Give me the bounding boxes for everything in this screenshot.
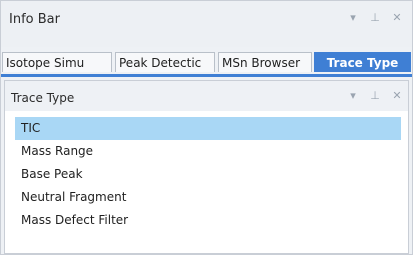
trace-type-header: Trace Type ▾ ⊥ ✕: [5, 81, 408, 111]
chevron-down-icon[interactable]: ▾: [346, 88, 360, 104]
tab-isotope-simulation[interactable]: Isotope Simu: [2, 52, 112, 72]
list-item-mass-defect-filter[interactable]: Mass Defect Filter: [15, 209, 401, 232]
close-icon[interactable]: ✕: [390, 10, 404, 26]
tab-strip: Isotope Simu Peak Detectic MSn Browser T…: [1, 52, 412, 74]
info-bar-window: Info Bar ▾ ⊥ ✕ Isotope Simu Peak Detecti…: [0, 0, 413, 255]
tab-msn-browser[interactable]: MSn Browser: [218, 52, 312, 72]
tab-trace-type[interactable]: Trace Type: [314, 52, 411, 72]
list-item-tic[interactable]: TIC: [15, 117, 401, 140]
trace-type-list: TIC Mass Range Base Peak Neutral Fragmen…: [15, 117, 401, 232]
tab-peak-detection[interactable]: Peak Detectic: [115, 52, 215, 72]
tab-underline: [1, 74, 412, 77]
close-icon[interactable]: ✕: [390, 88, 404, 104]
info-bar-title: Info Bar: [9, 12, 60, 27]
list-item-neutral-fragment[interactable]: Neutral Fragment: [15, 186, 401, 209]
chevron-down-icon[interactable]: ▾: [346, 10, 360, 26]
trace-type-title: Trace Type: [11, 91, 75, 105]
info-bar-titlebar: Info Bar ▾ ⊥ ✕: [1, 1, 412, 47]
pin-icon[interactable]: ⊥: [368, 10, 382, 26]
pin-icon[interactable]: ⊥: [368, 88, 382, 104]
list-item-mass-range[interactable]: Mass Range: [15, 140, 401, 163]
list-item-base-peak[interactable]: Base Peak: [15, 163, 401, 186]
trace-type-panel: Trace Type ▾ ⊥ ✕ TIC Mass Range Base Pea…: [4, 80, 409, 254]
